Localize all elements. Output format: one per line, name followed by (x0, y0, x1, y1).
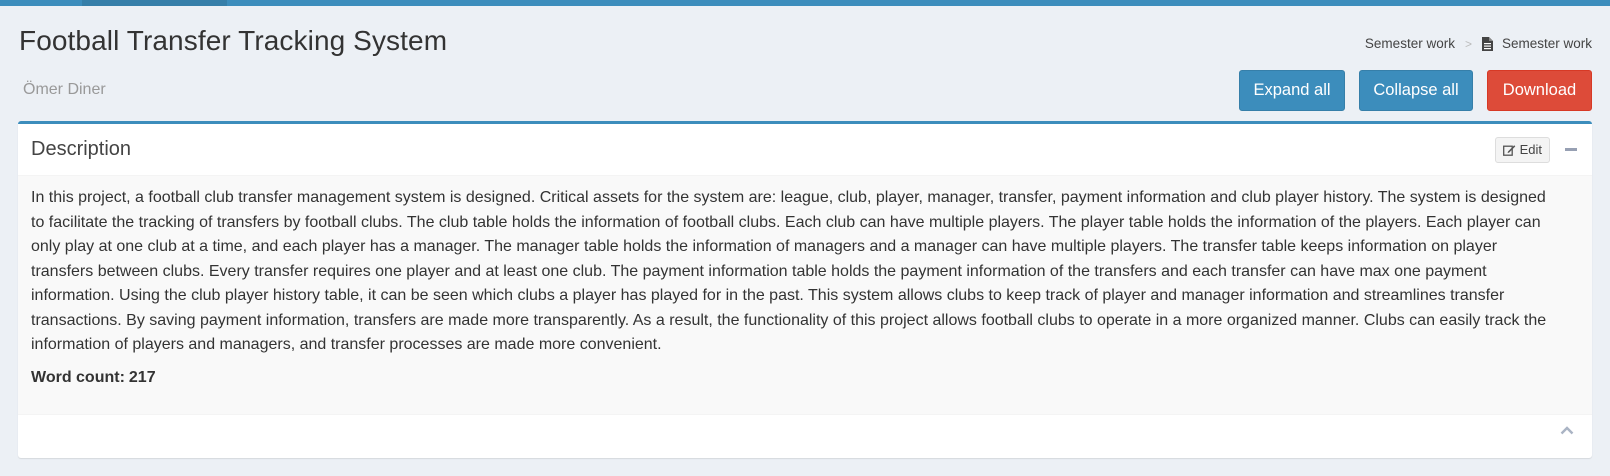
minus-icon (1565, 148, 1577, 151)
breadcrumb: Semester work > Semester work (1365, 36, 1592, 51)
breadcrumb-item-current[interactable]: Semester work (1502, 36, 1592, 51)
active-nav-tab[interactable] (82, 0, 227, 6)
breadcrumb-separator: > (1464, 36, 1472, 51)
description-box: Description Edit In this project, a foot… (18, 121, 1592, 458)
chevron-up-icon[interactable] (1560, 425, 1574, 435)
box-header: Description Edit (18, 124, 1592, 175)
edit-button[interactable]: Edit (1494, 136, 1550, 163)
box-body: In this project, a football club transfe… (18, 175, 1592, 414)
edit-icon (1502, 144, 1515, 156)
box-footer (18, 414, 1592, 448)
edit-label: Edit (1519, 142, 1542, 157)
top-navbar-strip (0, 0, 1610, 6)
box-title: Description (31, 138, 132, 160)
author-name: Ömer Diner (23, 81, 106, 98)
download-button[interactable]: Download (1487, 70, 1592, 111)
page-title: Football Transfer Tracking System (19, 25, 448, 56)
description-text: In this project, a football club transfe… (31, 189, 1547, 353)
word-count-label: Word count: (31, 368, 125, 386)
file-text-icon (1481, 36, 1493, 51)
word-count-value: 217 (128, 368, 156, 386)
expand-all-button[interactable]: Expand all (1239, 70, 1345, 111)
collapse-box-button[interactable] (1562, 141, 1580, 159)
word-count: Word count: 217 (31, 369, 1579, 387)
breadcrumb-item-parent[interactable]: Semester work (1365, 36, 1455, 51)
box-tools: Edit (1494, 136, 1580, 163)
action-buttons: Expand all Collapse all Download (1239, 70, 1592, 111)
collapse-all-button[interactable]: Collapse all (1359, 70, 1473, 111)
